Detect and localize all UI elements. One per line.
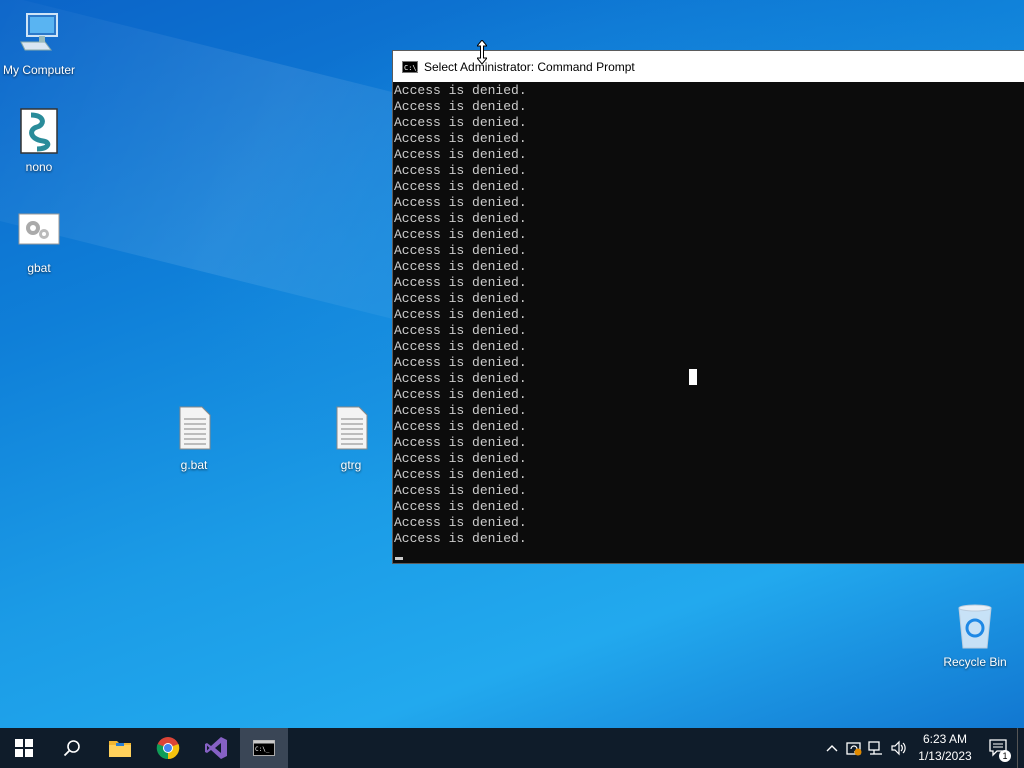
console-line: Access is denied. (394, 451, 527, 466)
console-line: Access is denied. (394, 83, 527, 98)
console-line: Access is denied. (394, 467, 527, 482)
show-hidden-icons-chevron-icon[interactable] (821, 728, 843, 768)
console-line: Access is denied. (394, 419, 527, 434)
console-line: Access is denied. (394, 131, 527, 146)
window-title: Select Administrator: Command Prompt (424, 59, 635, 74)
volume-icon[interactable] (887, 728, 909, 768)
desktop-icon-label: gbat (27, 261, 51, 275)
console-line: Access is denied. (394, 483, 527, 498)
console-line: Access is denied. (394, 243, 527, 258)
svg-text:C:\_: C:\_ (255, 746, 270, 753)
text-file-icon (336, 406, 368, 450)
resize-cursor-icon (477, 40, 487, 64)
console-line: Access is denied. (394, 307, 527, 322)
system-tray: 6:23 AM 1/13/2023 1 (821, 728, 1024, 768)
console-line: Access is denied. (394, 355, 527, 370)
console-line: Access is denied. (394, 147, 527, 162)
windows-logo-icon (15, 739, 33, 757)
console-line: Access is denied. (394, 259, 527, 274)
desktop-icon-gtrg[interactable]: gtrg (312, 405, 390, 472)
file-explorer-button[interactable] (96, 728, 144, 768)
console-line: Access is denied. (394, 195, 527, 210)
clock-date: 1/13/2023 (918, 749, 972, 763)
visual-studio-button[interactable] (192, 728, 240, 768)
visual-studio-icon (205, 737, 227, 759)
console-line: Access is denied. (394, 179, 527, 194)
console-line: Access is denied. (394, 115, 527, 130)
show-desktop-button[interactable] (1017, 728, 1024, 768)
desktop-icon-label: Recycle Bin (943, 655, 1007, 669)
computer-icon (20, 13, 58, 51)
console-line: Access is denied. (394, 99, 527, 114)
notification-count-badge: 1 (999, 750, 1011, 762)
desktop-icon-gbat[interactable]: gbat (0, 208, 78, 275)
desktop-icon-nono[interactable]: nono (0, 107, 78, 174)
desktop-icon-label: nono (25, 160, 53, 174)
command-prompt-icon: C:\_ (253, 740, 275, 756)
clock[interactable]: 6:23 AM 1/13/2023 (909, 731, 981, 765)
console-line: Access is denied. (394, 227, 527, 242)
console-line: Access is denied. (394, 499, 527, 514)
console-line: Access is denied. (394, 387, 527, 402)
desktop-icon-label: gtrg (340, 458, 362, 472)
console-line: Access is denied. (394, 323, 527, 338)
console-line: Access is denied. (394, 531, 527, 546)
batch-file-icon (18, 213, 60, 245)
console-line: Access is denied. (394, 435, 527, 450)
chrome-button[interactable] (144, 728, 192, 768)
console-line: Access is denied. (394, 291, 527, 306)
console-line: Access is denied. (394, 515, 527, 530)
text-cursor-block (689, 369, 697, 385)
folder-icon (109, 741, 131, 757)
console-line: Access is denied. (394, 275, 527, 290)
start-button[interactable] (0, 728, 48, 768)
desktop-icon-label: g.bat (180, 458, 208, 472)
clock-time: 6:23 AM (922, 732, 968, 746)
recycle-bin-icon (958, 604, 992, 649)
command-prompt-window[interactable]: C:\_ Select Administrator: Command Promp… (393, 51, 1024, 563)
command-prompt-taskbar-button[interactable]: C:\_ (240, 728, 288, 768)
console-output[interactable]: Access is denied. Access is denied. Access… (393, 82, 1024, 547)
desktop-icon-g-bat[interactable]: g.bat (155, 405, 233, 472)
taskbar: C:\_ 6:23 AM 1/13/2023 1 (0, 728, 1024, 768)
script-file-icon (20, 108, 58, 154)
search-button[interactable] (48, 728, 96, 768)
action-center-button[interactable]: 1 (981, 728, 1017, 768)
network-icon[interactable] (865, 728, 887, 768)
security-alert-icon[interactable] (843, 728, 865, 768)
console-line: Access is denied. (394, 403, 527, 418)
console-cursor (395, 557, 403, 560)
desktop-icon-recycle-bin[interactable]: Recycle Bin (936, 602, 1014, 669)
console-line: Access is denied. (394, 163, 527, 178)
desktop-icon-label: My Computer (2, 63, 76, 77)
search-icon (63, 740, 80, 757)
console-line: Access is denied. (394, 211, 527, 226)
console-line: Access is denied. (394, 339, 527, 354)
window-titlebar[interactable]: C:\_ Select Administrator: Command Promp… (393, 51, 1024, 82)
console-line: Access is denied. (394, 371, 527, 386)
desktop-icon-my-computer[interactable]: My Computer (0, 10, 78, 77)
chrome-icon (156, 737, 180, 760)
text-file-icon (179, 406, 211, 450)
command-prompt-icon: C:\_ (402, 60, 421, 73)
